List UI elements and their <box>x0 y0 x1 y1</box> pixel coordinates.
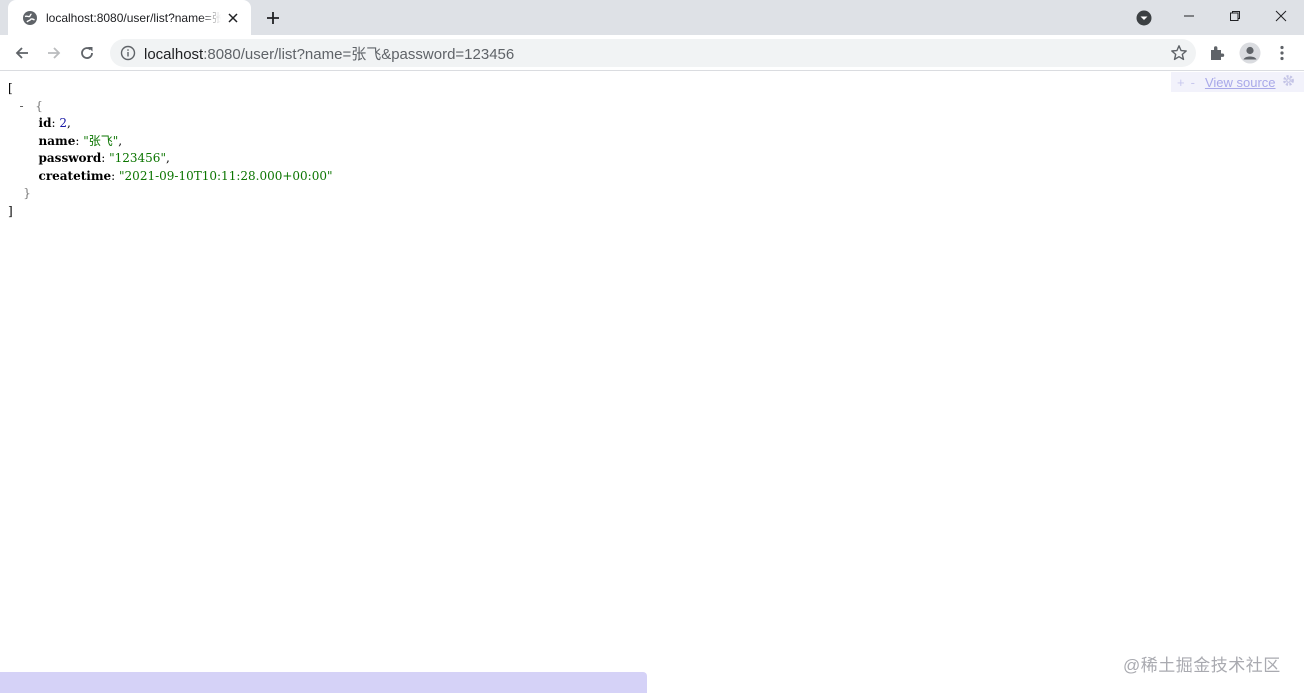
restore-icon[interactable] <box>1212 0 1258 32</box>
json-value-string: "123456" <box>109 151 166 165</box>
json-tree: [ - { id: 2, name: "张飞", password: "1234… <box>8 80 333 220</box>
json-property-name: name: "张飞", <box>8 133 333 151</box>
back-icon[interactable] <box>8 39 36 67</box>
colon: : <box>101 151 110 165</box>
url-host: localhost <box>144 45 204 63</box>
json-property-password: password: "123456", <box>8 150 333 168</box>
horizontal-scrollbar[interactable] <box>0 672 647 693</box>
settings-gear-icon[interactable] <box>1282 74 1295 90</box>
site-info-icon[interactable] <box>120 45 136 61</box>
tab-strip: localhost:8080/user/list?name=张飞&passwor… <box>0 0 1304 35</box>
comma: , <box>66 116 71 130</box>
json-value-number: 2 <box>59 116 67 130</box>
array-open-bracket: [ <box>8 81 13 95</box>
globe-icon <box>22 10 38 26</box>
forward-icon[interactable] <box>40 39 68 67</box>
watermark: @稀土掘金技术社区 <box>1123 656 1281 675</box>
bookmark-star-icon[interactable] <box>1170 44 1188 62</box>
url-path: :8080/user/list?name=张飞&password=123456 <box>203 45 515 63</box>
array-close-line: ] <box>8 203 333 221</box>
url-text[interactable]: localhost:8080/user/list?name=张飞&passwor… <box>144 43 514 64</box>
extensions-puzzle-icon[interactable] <box>1204 40 1230 66</box>
comma: , <box>118 133 123 148</box>
minimize-icon[interactable] <box>1166 0 1212 32</box>
json-key: id <box>38 116 52 130</box>
object-close-line: } <box>8 185 333 203</box>
object-open-brace: { <box>35 98 43 113</box>
collapse-all-button[interactable]: - <box>1191 75 1195 90</box>
object-close-brace: } <box>23 186 31 200</box>
browser-toolbar: localhost:8080/user/list?name=张飞&passwor… <box>0 35 1304 71</box>
json-property-createtime: createtime: "2021-09-10T10:11:28.000+00:… <box>8 168 333 186</box>
menu-kebab-icon[interactable] <box>1269 40 1295 66</box>
comma: , <box>165 151 170 165</box>
json-viewer: [ - { id: 2, name: "张飞", password: "1234… <box>0 72 1304 693</box>
expand-all-button[interactable]: + <box>1177 75 1185 90</box>
browser-tab[interactable]: localhost:8080/user/list?name=张飞&passwor… <box>8 0 251 35</box>
object-open-line: - { <box>8 98 333 116</box>
view-source-link[interactable]: View source <box>1205 75 1276 90</box>
json-key: password <box>38 151 102 165</box>
json-value-string: "张飞" <box>83 133 119 148</box>
new-tab-icon[interactable] <box>262 7 284 29</box>
tab-title: localhost:8080/user/list?name=张飞&passwor… <box>46 11 221 25</box>
json-property-id: id: 2, <box>8 115 333 133</box>
collapse-toggle[interactable]: - <box>19 98 31 116</box>
address-bar[interactable]: localhost:8080/user/list?name=张飞&passwor… <box>110 39 1196 67</box>
reload-icon[interactable] <box>73 39 101 67</box>
colon: : <box>111 168 120 183</box>
viewer-controls: + - View source <box>1171 72 1304 92</box>
close-tab-icon[interactable] <box>225 10 241 26</box>
close-window-icon[interactable] <box>1258 0 1304 32</box>
json-value-string: "2021-09-10T10:11:28.000+00:00" <box>119 168 333 183</box>
array-open-line: [ <box>8 80 333 98</box>
json-key: createtime <box>38 168 112 183</box>
array-close-bracket: ] <box>8 203 13 218</box>
profile-avatar-icon[interactable] <box>1237 40 1263 66</box>
json-key: name <box>38 133 76 148</box>
tab-search-icon[interactable] <box>1134 8 1154 28</box>
